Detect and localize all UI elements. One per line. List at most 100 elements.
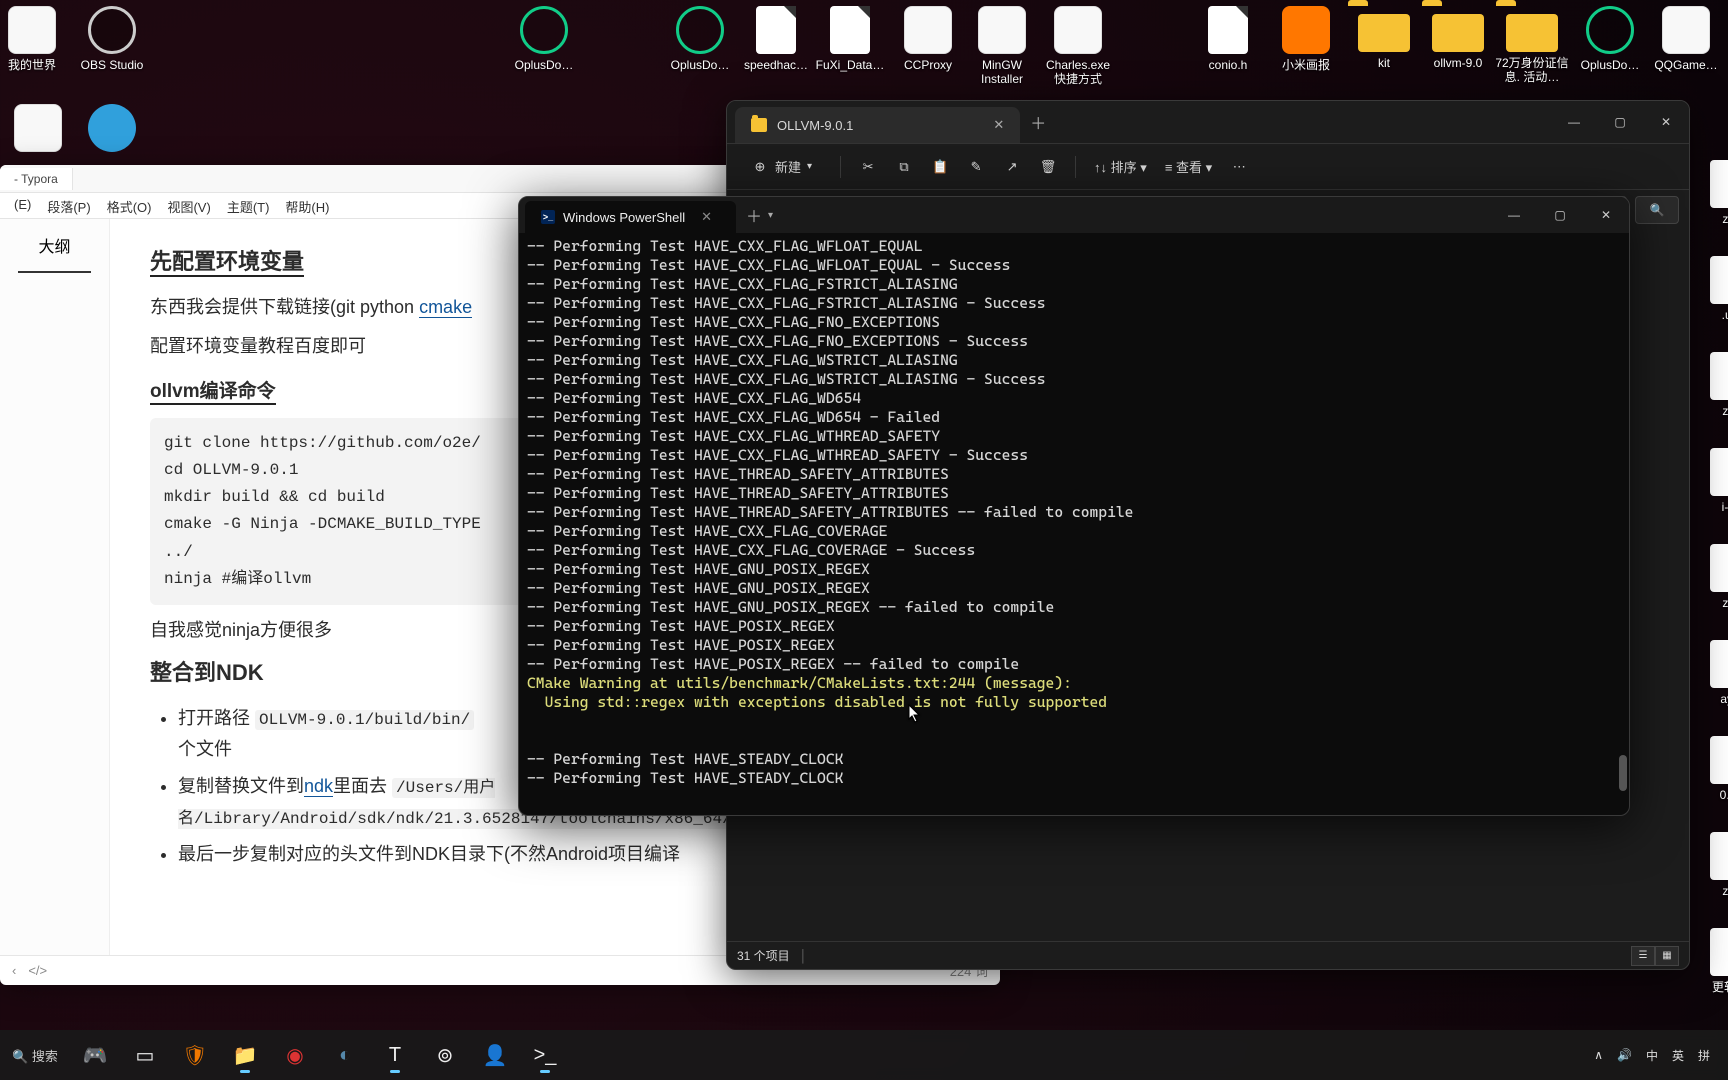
taskbar-icon[interactable]: ◐ xyxy=(322,1035,368,1075)
delete-icon[interactable]: 🗑 xyxy=(1039,158,1057,176)
desktop-shortcut[interactable]: zip xyxy=(1692,160,1728,226)
rename-icon[interactable]: ✎ xyxy=(967,158,985,176)
shortcut-label: OplusDo… xyxy=(1572,58,1648,72)
desktop-shortcut[interactable]: zip xyxy=(1692,832,1728,898)
tray-icon[interactable]: 中 xyxy=(1646,1047,1658,1064)
menu-item[interactable]: 段落(P) xyxy=(39,193,98,218)
taskbar-icon[interactable]: ⊚ xyxy=(422,1035,468,1075)
code-view-icon[interactable]: </> xyxy=(28,963,47,978)
desktop-shortcut[interactable]: aye xyxy=(1692,640,1728,706)
cut-icon[interactable]: ✂ xyxy=(859,158,877,176)
copy-icon[interactable]: ⧉ xyxy=(895,158,913,176)
scrollbar[interactable] xyxy=(1617,273,1627,803)
desktop-shortcut[interactable]: CCProxy xyxy=(890,6,966,72)
close-tab-icon[interactable]: ✕ xyxy=(693,209,720,225)
desktop-shortcut[interactable]: 小米画报 xyxy=(1268,6,1344,72)
tiles-view-icon[interactable]: ▦ xyxy=(1655,946,1679,966)
details-view-icon[interactable]: ☰ xyxy=(1631,946,1655,966)
explorer-tab[interactable]: OLLVM-9.0.1 ✕ xyxy=(735,107,1020,143)
powershell-window: >_ Windows PowerShell ✕ ＋ ▾ ― ▢ ✕ -- Per… xyxy=(518,196,1630,816)
app-icon xyxy=(1662,6,1710,54)
new-tab-icon[interactable]: ＋ xyxy=(1020,110,1056,134)
desktop-shortcut[interactable]: ollvm-9.0 xyxy=(1420,6,1496,70)
view-button[interactable]: ≡ 查看 ▾ xyxy=(1165,157,1212,176)
taskbar-icon[interactable]: ◉ xyxy=(272,1035,318,1075)
desktop-shortcut[interactable]: kit xyxy=(1346,6,1422,70)
plus-circle-icon: ⊕ xyxy=(751,158,769,176)
minimize-button[interactable]: ― xyxy=(1491,197,1537,233)
taskbar-terminal-icon[interactable]: >_ xyxy=(522,1035,568,1075)
taskbar-icon[interactable]: 🛡 xyxy=(172,1035,218,1075)
taskbar-icon[interactable]: 🎮 xyxy=(72,1035,118,1075)
shortcut-label: i-fu xyxy=(1692,500,1728,514)
maximize-button[interactable]: ▢ xyxy=(1537,197,1583,233)
app-icon xyxy=(14,104,62,152)
menu-item[interactable]: (E) xyxy=(6,193,39,218)
close-tab-icon[interactable]: ✕ xyxy=(993,117,1004,133)
taskbar-typora-icon[interactable]: T xyxy=(372,1035,418,1075)
menu-item[interactable]: 格式(O) xyxy=(99,193,160,218)
menu-item[interactable]: 主题(T) xyxy=(219,193,278,218)
typora-sidebar-outline-tab[interactable]: 大纲 xyxy=(18,219,91,273)
menu-item[interactable]: 帮助(H) xyxy=(277,193,337,218)
shortcut-label: CCProxy xyxy=(890,58,966,72)
menu-item[interactable]: 视图(V) xyxy=(159,193,218,218)
tray-icon[interactable]: 🔊 xyxy=(1617,1048,1632,1062)
desktop-shortcut[interactable]: 更软件 xyxy=(1692,928,1728,994)
typora-tab[interactable]: - Typora xyxy=(0,168,73,190)
powershell-tab[interactable]: >_ Windows PowerShell ✕ xyxy=(525,201,736,233)
desktop-shortcut[interactable]: 我的世界 xyxy=(0,6,70,72)
link-ndk[interactable]: ndk xyxy=(304,776,333,797)
shortcut-label: OBS Studio xyxy=(74,58,150,72)
tray-icon[interactable]: 拼 xyxy=(1698,1047,1710,1064)
desktop-shortcut[interactable]: zip xyxy=(1692,352,1728,418)
terminal-output[interactable]: -- Performing Test HAVE_CXX_FLAG_WFLOAT_… xyxy=(519,233,1629,815)
shortcut-label: kit xyxy=(1346,56,1422,70)
desktop-shortcut[interactable]: zip xyxy=(1692,544,1728,610)
search-input[interactable]: 🔍 xyxy=(1635,196,1679,224)
desktop-shortcut[interactable]: MinGW Installer xyxy=(964,6,1040,86)
app-icon xyxy=(1586,6,1634,54)
explorer-tab-label: OLLVM-9.0.1 xyxy=(777,118,853,133)
system-tray[interactable]: ∧ 🔊 中英拼 xyxy=(1594,1047,1720,1064)
desktop-shortcut[interactable]: FuXi_Data… xyxy=(812,6,888,72)
file-icon xyxy=(1710,448,1728,496)
desktop-shortcut[interactable] xyxy=(0,104,76,156)
paste-icon[interactable]: 📋 xyxy=(931,158,949,176)
new-tab-icon[interactable]: ＋ ▾ xyxy=(736,197,783,233)
desktop-shortcut[interactable] xyxy=(74,104,150,156)
desktop-shortcut[interactable]: OplusDo… xyxy=(662,6,738,72)
taskbar-search[interactable]: 🔍 搜索 xyxy=(12,1046,68,1065)
close-button[interactable]: ✕ xyxy=(1583,197,1629,233)
desktop-shortcut[interactable]: 72万身份证信息. 活动… xyxy=(1494,6,1570,84)
tray-icon[interactable]: 英 xyxy=(1672,1047,1684,1064)
share-icon[interactable]: ↗ xyxy=(1003,158,1021,176)
link-cmake[interactable]: cmake xyxy=(419,297,472,318)
taskbar-icon[interactable]: 👤 xyxy=(472,1035,518,1075)
app-icon xyxy=(756,6,796,54)
minimize-button[interactable]: ― xyxy=(1551,101,1597,143)
desktop-shortcut[interactable]: speedhac… xyxy=(738,6,814,72)
powershell-tab-label: Windows PowerShell xyxy=(563,210,685,225)
powershell-titlebar[interactable]: >_ Windows PowerShell ✕ ＋ ▾ ― ▢ ✕ xyxy=(519,197,1629,233)
desktop-shortcut[interactable]: OplusDo… xyxy=(1572,6,1648,72)
scrollbar-thumb[interactable] xyxy=(1619,755,1627,791)
back-icon[interactable]: ‹ xyxy=(12,963,16,978)
desktop-shortcut[interactable]: conio.h xyxy=(1190,6,1266,72)
desktop-shortcut[interactable]: Charles.exe 快捷方式 xyxy=(1040,6,1116,86)
tray-icon[interactable]: ∧ xyxy=(1594,1048,1603,1062)
desktop-shortcut[interactable]: QQGame… xyxy=(1648,6,1724,72)
sort-button[interactable]: ↑↓ 排序 ▾ xyxy=(1094,157,1147,176)
desktop-shortcut[interactable]: i-fu xyxy=(1692,448,1728,514)
more-icon[interactable]: ⋯ xyxy=(1230,158,1248,176)
desktop-shortcut[interactable]: .ua xyxy=(1692,256,1728,322)
maximize-button[interactable]: ▢ xyxy=(1597,101,1643,143)
explorer-titlebar[interactable]: OLLVM-9.0.1 ✕ ＋ ― ▢ ✕ xyxy=(727,101,1689,143)
desktop-shortcut[interactable]: OBS Studio xyxy=(74,6,150,72)
taskbar-explorer-icon[interactable]: 📁 xyxy=(222,1035,268,1075)
close-button[interactable]: ✕ xyxy=(1643,101,1689,143)
taskbar-taskview-icon[interactable]: ▭ xyxy=(122,1035,168,1075)
desktop-shortcut[interactable]: 0.0- xyxy=(1692,736,1728,802)
new-button[interactable]: ⊕ 新建 ▾ xyxy=(741,153,822,180)
desktop-shortcut[interactable]: OplusDo… xyxy=(506,6,582,72)
